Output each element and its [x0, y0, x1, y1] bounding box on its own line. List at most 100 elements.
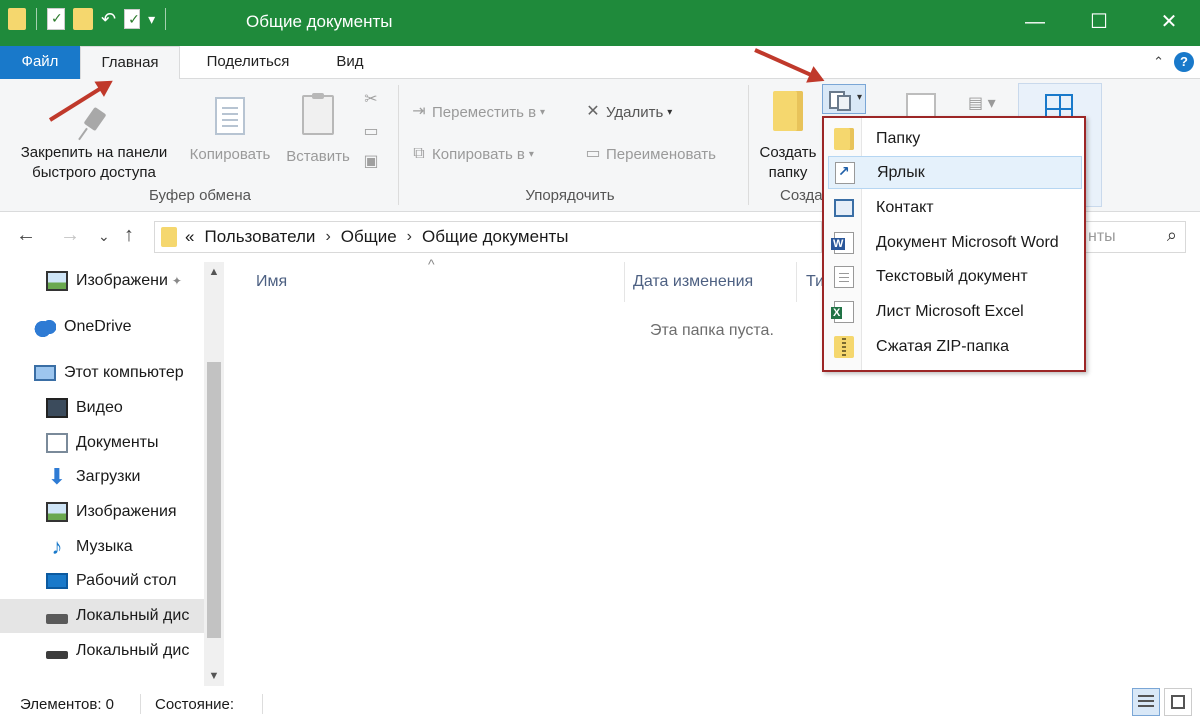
menu-item-shortcut[interactable]: Ярлык: [828, 156, 1082, 189]
menu-item-zip-folder[interactable]: Сжатая ZIP-папка: [828, 330, 1082, 363]
rename-icon: ▭: [585, 145, 601, 162]
tab-home[interactable]: Главная: [80, 46, 180, 80]
chevron-down-icon: ▾: [667, 106, 673, 118]
large-icons-view-button[interactable]: [1164, 688, 1192, 716]
properties-icon[interactable]: [47, 8, 65, 30]
nav-item-downloads[interactable]: ⬇ Загрузки: [0, 460, 210, 494]
copy-path-button[interactable]: ▭: [362, 123, 380, 141]
nav-item-documents[interactable]: Документы: [0, 426, 210, 460]
group-divider: [398, 85, 399, 205]
pin-label-line2: быстрого доступа: [32, 164, 156, 181]
paste-shortcut-button[interactable]: ▣: [362, 153, 380, 171]
nav-item-local-disk-c[interactable]: Локальный дис: [0, 599, 210, 633]
open-icon[interactable]: ▤ ▾: [968, 93, 996, 113]
delete-button[interactable]: ✕ Удалить ▾: [584, 103, 672, 121]
new-folder-label-line1: Создать: [759, 144, 817, 161]
menu-item-label: Папку: [876, 129, 921, 147]
delete-label: Удалить: [606, 103, 664, 121]
pin-to-quick-access-button[interactable]: Закрепить на панели быстрого доступа: [8, 103, 180, 183]
tab-file[interactable]: Файл: [0, 46, 80, 79]
nav-item-pictures-pinned[interactable]: Изображени ✦: [0, 264, 210, 298]
empty-folder-message: Эта папка пуста.: [650, 322, 774, 339]
paste-button[interactable]: Вставить: [282, 93, 354, 167]
move-to-button[interactable]: ⇥ Переместить в ▾: [410, 103, 545, 121]
nav-item-onedrive[interactable]: OneDrive: [0, 310, 210, 344]
breadcrumb-public-documents[interactable]: Общие документы: [422, 227, 568, 247]
tab-share[interactable]: Поделиться: [192, 46, 304, 79]
minimize-button[interactable]: —: [1012, 0, 1058, 46]
help-icon[interactable]: ?: [1174, 52, 1194, 72]
details-view-icon: [1138, 695, 1154, 697]
menu-item-text-document[interactable]: Текстовый документ: [828, 260, 1082, 293]
nav-item-pictures[interactable]: Изображения: [0, 495, 210, 529]
menu-item-label: Сжатая ZIP-папка: [876, 337, 1010, 355]
menu-item-word-document[interactable]: Документ Microsoft Word: [828, 226, 1082, 259]
copy-path-icon: ▭: [363, 123, 379, 140]
qat-customize-dropdown[interactable]: ▾: [148, 8, 155, 30]
nav-item-label: Этот компьютер: [64, 364, 184, 381]
search-icon[interactable]: ⌕: [1167, 225, 1177, 246]
maximize-button[interactable]: ☐: [1076, 0, 1122, 46]
collapse-ribbon-icon[interactable]: ⌃: [1153, 54, 1164, 70]
nav-item-desktop[interactable]: Рабочий стол: [0, 564, 210, 598]
address-bar[interactable]: « Пользователи › Общие › Общие документы: [154, 221, 822, 253]
column-header-date-modified[interactable]: Дата изменения: [633, 262, 793, 302]
pin-label-line1: Закрепить на панели: [20, 144, 168, 161]
back-button[interactable]: ←: [16, 224, 36, 247]
large-icons-view-icon: [1171, 695, 1185, 709]
tab-view[interactable]: Вид: [320, 46, 380, 79]
close-button[interactable]: ✕: [1146, 0, 1192, 46]
breadcrumb-public[interactable]: Общие: [341, 227, 397, 247]
breadcrumb-separator[interactable]: ›: [325, 228, 330, 246]
folder-icon: [8, 8, 26, 30]
documents-icon: [46, 433, 68, 453]
copy-to-button[interactable]: ⧉ Копировать в ▾: [410, 145, 534, 163]
breadcrumb-users[interactable]: Пользователи: [204, 227, 315, 247]
search-input[interactable]: нты ⌕: [1084, 221, 1186, 253]
column-header-name[interactable]: Имя: [256, 262, 616, 302]
new-folder-button[interactable]: Создать папку: [754, 91, 822, 183]
details-view-button[interactable]: [1132, 688, 1160, 716]
scroll-up-icon[interactable]: ▲: [204, 266, 224, 278]
copy-icon[interactable]: [124, 9, 141, 29]
pictures-icon: [46, 502, 68, 522]
column-divider[interactable]: [624, 262, 625, 302]
excel-sheet-icon: [831, 300, 854, 323]
menu-item-contact[interactable]: Контакт: [828, 191, 1082, 224]
create-group-label: Созда: [780, 187, 823, 204]
copy-icon: [215, 97, 245, 135]
cut-button[interactable]: ✂: [362, 91, 380, 109]
new-folder-icon[interactable]: [73, 8, 93, 30]
new-item-button[interactable]: ▾: [822, 84, 866, 114]
up-button[interactable]: ↑: [124, 224, 134, 247]
nav-item-music[interactable]: ♪ Музыка: [0, 530, 210, 564]
new-item-icon-overlay: [837, 95, 851, 111]
address-overflow[interactable]: «: [185, 227, 194, 247]
music-icon: ♪: [51, 534, 63, 559]
menu-item-folder[interactable]: Папку: [828, 122, 1082, 155]
local-disk-icon: [46, 651, 68, 659]
nav-item-label: Документы: [76, 434, 159, 451]
breadcrumb-separator[interactable]: ›: [407, 228, 412, 246]
column-divider[interactable]: [796, 262, 797, 302]
nav-item-local-disk-d[interactable]: Локальный дис: [0, 634, 210, 668]
chevron-down-icon: ▾: [856, 92, 862, 103]
forward-button[interactable]: →: [60, 224, 80, 247]
onedrive-icon: [34, 317, 56, 337]
copy-to-icon: ⧉: [413, 145, 425, 162]
new-folder-label-line2: папку: [768, 164, 808, 181]
copy-button[interactable]: Копировать: [182, 93, 278, 165]
menu-item-excel-sheet[interactable]: Лист Microsoft Excel: [828, 295, 1082, 328]
nav-item-this-pc[interactable]: Этот компьютер: [0, 356, 210, 390]
copy-label: Копировать: [189, 146, 271, 163]
scrollbar-thumb[interactable]: [207, 362, 221, 638]
rename-button[interactable]: ▭ Переименовать: [584, 145, 716, 163]
nav-item-videos[interactable]: Видео: [0, 391, 210, 425]
scroll-down-icon[interactable]: ▼: [204, 670, 224, 682]
undo-icon[interactable]: ↶: [101, 8, 116, 30]
local-disk-icon: [46, 614, 68, 624]
nav-pane-scrollbar[interactable]: ▲ ▼: [204, 262, 224, 686]
status-state: Состояние:: [155, 696, 235, 713]
recent-locations-button[interactable]: ⌄: [98, 228, 110, 245]
move-to-icon: ⇥: [412, 103, 426, 120]
